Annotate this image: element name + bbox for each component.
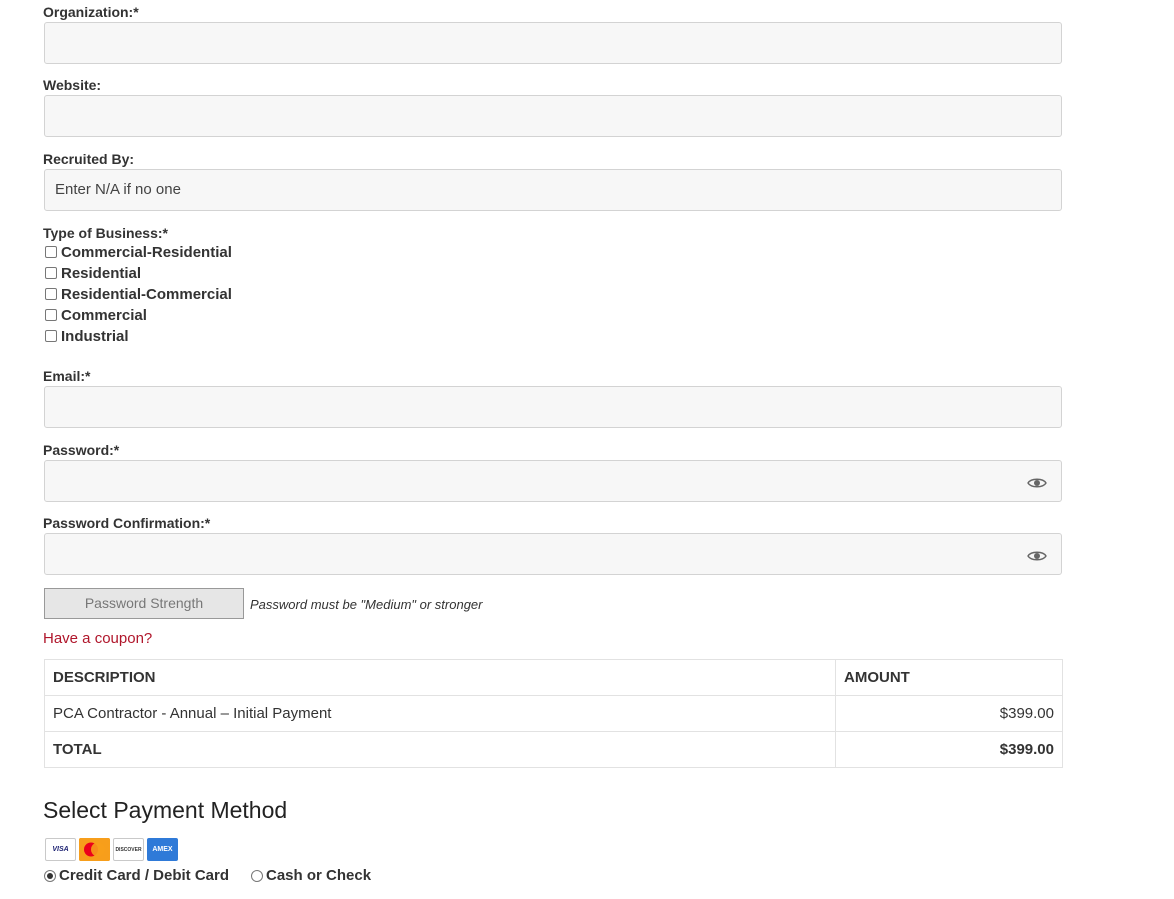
password-strength-meter: Password Strength <box>44 588 244 619</box>
password-confirmation-input[interactable] <box>44 533 1062 575</box>
checkbox-label: Residential <box>61 264 142 282</box>
description-header: DESCRIPTION <box>44 659 836 696</box>
item-description: PCA Contractor - Annual – Initial Paymen… <box>44 695 836 732</box>
password-label: Password:* <box>43 442 120 458</box>
business-option-commercial-residential[interactable]: Commercial-Residential <box>45 242 232 262</box>
payment-method-title: Select Payment Method <box>43 797 288 823</box>
checkbox[interactable] <box>45 309 57 321</box>
table-row: PCA Contractor - Annual – Initial Paymen… <box>44 695 1063 732</box>
password-input[interactable] <box>44 460 1062 502</box>
payment-option-credit-card[interactable]: Credit Card / Debit Card <box>44 867 229 884</box>
item-amount: $399.00 <box>835 695 1063 732</box>
email-input[interactable] <box>44 386 1062 428</box>
checkbox-label: Commercial <box>61 306 147 324</box>
accepted-cards: VISA DISCOVER AMEX <box>45 838 178 861</box>
checkbox-label: Residential-Commercial <box>61 285 232 303</box>
eye-icon[interactable] <box>1027 549 1047 563</box>
recruited-by-placeholder: Enter N/A if no one <box>55 181 181 198</box>
radio-button[interactable] <box>44 869 56 882</box>
website-input[interactable] <box>44 95 1062 137</box>
business-option-residential-commercial[interactable]: Residential-Commercial <box>45 284 232 304</box>
checkbox-label: Industrial <box>61 327 129 345</box>
eye-icon[interactable] <box>1027 476 1047 490</box>
radio-label: Cash or Check <box>266 867 372 884</box>
checkbox-label: Commercial-Residential <box>61 243 232 261</box>
table-header-row: DESCRIPTION AMOUNT <box>44 659 1063 696</box>
business-option-industrial[interactable]: Industrial <box>45 326 129 346</box>
business-option-commercial[interactable]: Commercial <box>45 305 147 325</box>
order-summary-table: DESCRIPTION AMOUNT PCA Contractor - Annu… <box>44 659 1063 768</box>
total-label: TOTAL <box>44 731 836 768</box>
checkbox[interactable] <box>45 288 57 300</box>
password-confirmation-label: Password Confirmation:* <box>43 515 211 531</box>
mastercard-icon <box>79 838 110 861</box>
total-row: TOTAL $399.00 <box>44 731 1063 768</box>
organization-input[interactable] <box>44 22 1062 64</box>
website-label: Website: <box>43 77 102 93</box>
type-of-business-label: Type of Business:* <box>43 225 168 241</box>
amount-header: AMOUNT <box>835 659 1063 696</box>
have-coupon-link[interactable]: Have a coupon? <box>43 630 152 647</box>
organization-label: Organization:* <box>43 4 139 20</box>
recruited-by-label: Recruited By: <box>43 151 135 167</box>
email-label: Email:* <box>43 368 91 384</box>
discover-card-icon: DISCOVER <box>113 838 144 861</box>
amex-card-icon: AMEX <box>147 838 178 861</box>
visa-card-icon: VISA <box>45 838 76 861</box>
password-strength-hint: Password must be "Medium" or stronger <box>250 597 483 612</box>
payment-option-cash-check[interactable]: Cash or Check <box>251 867 371 884</box>
checkbox[interactable] <box>45 330 57 342</box>
business-option-residential[interactable]: Residential <box>45 263 141 283</box>
radio-label: Credit Card / Debit Card <box>59 867 230 884</box>
radio-button[interactable] <box>251 869 263 882</box>
checkbox[interactable] <box>45 267 57 279</box>
checkbox[interactable] <box>45 246 57 258</box>
recruited-by-input[interactable]: Enter N/A if no one <box>44 169 1062 211</box>
total-amount: $399.00 <box>835 731 1063 768</box>
